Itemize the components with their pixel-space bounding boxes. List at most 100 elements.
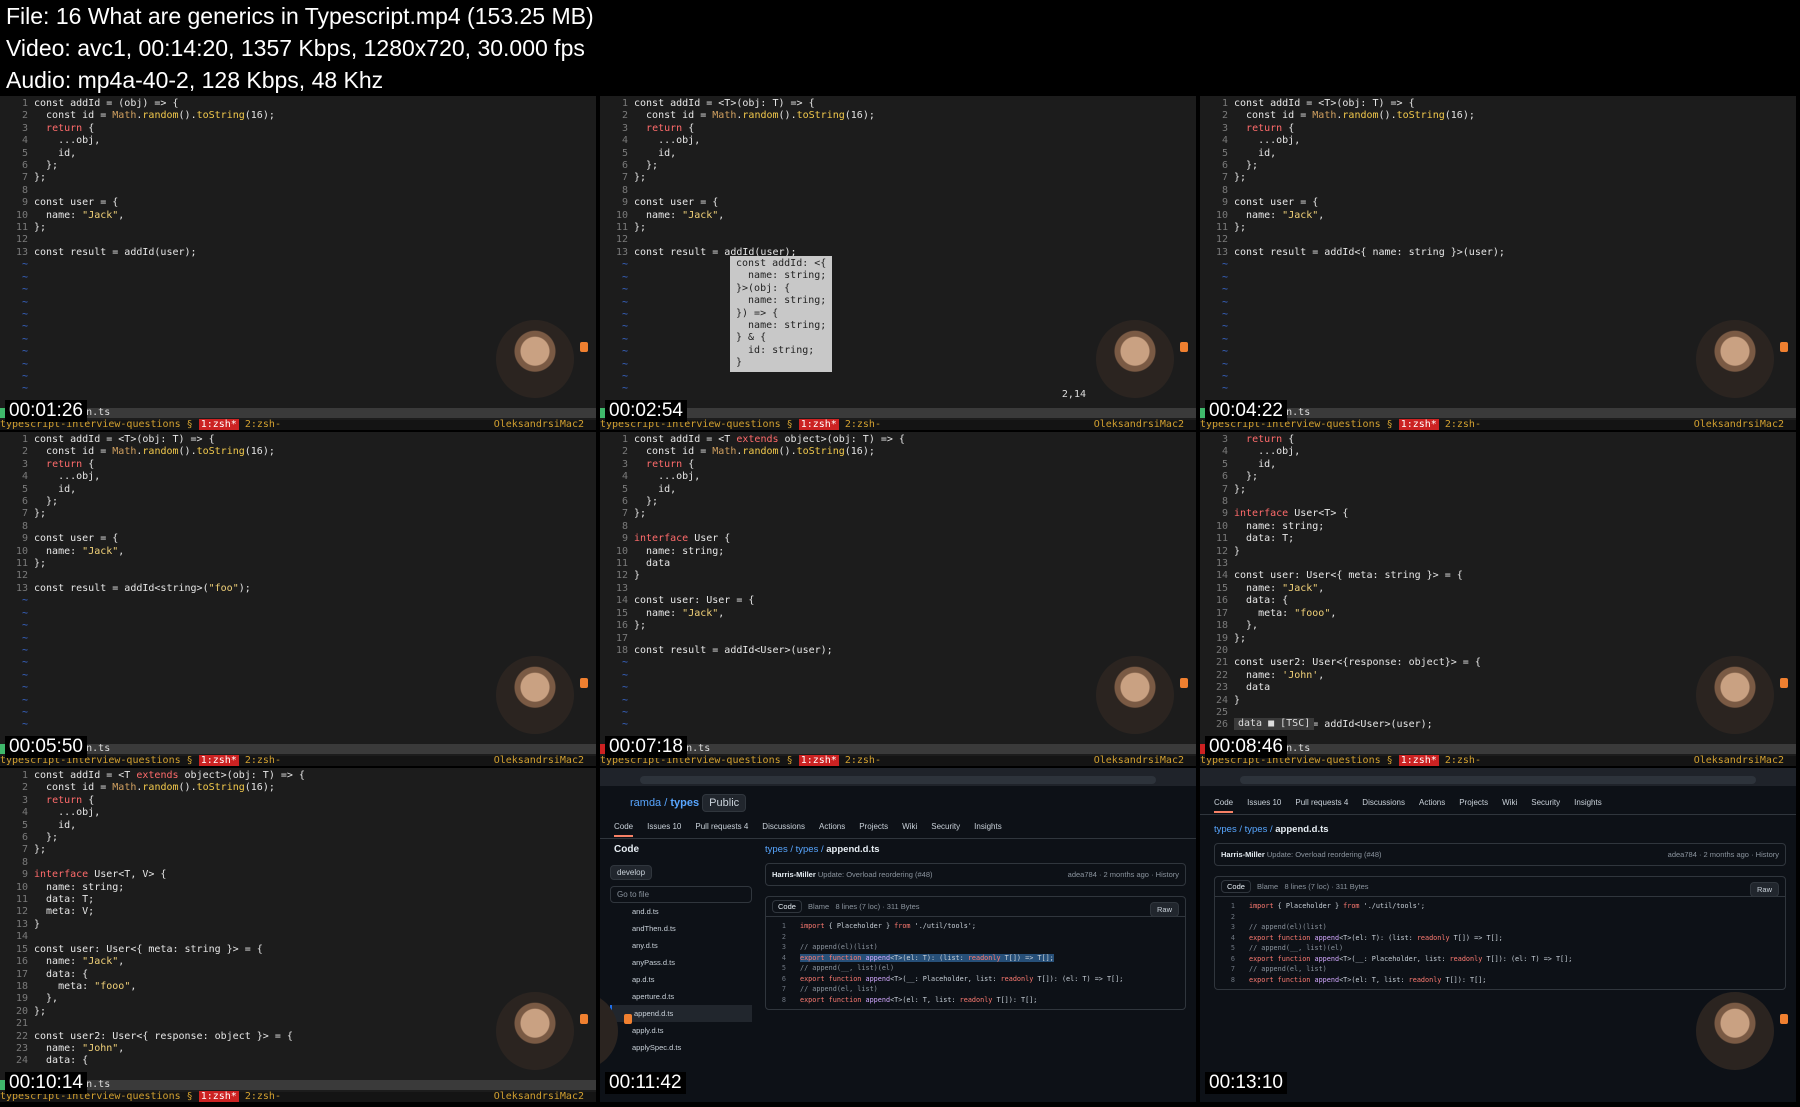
webcam-overlay bbox=[1696, 320, 1788, 398]
repo-tab[interactable]: Discussions bbox=[762, 822, 805, 837]
tmux-host: OleksandrsiMac2 bbox=[493, 1091, 584, 1102]
video-thumbnail[interactable]: 1 const addId = <T>(obj: T) => { 2 const … bbox=[600, 96, 1196, 430]
video-thumbnail[interactable]: 1 const addId = <T extends object>(obj: T… bbox=[600, 432, 1196, 766]
line-number: 2 bbox=[21, 446, 28, 458]
line-number: 15 bbox=[1215, 582, 1228, 594]
video-thumbnail[interactable]: 1 const addId = <T>(obj: T) => { 2 const … bbox=[0, 432, 596, 766]
sidebar-title: Code bbox=[614, 844, 639, 855]
tmux-status-bar: typescript-interview-questions § 1:zsh* … bbox=[0, 755, 596, 766]
file-tree-item[interactable]: any.d.ts bbox=[610, 937, 752, 954]
repo-title[interactable]: ramda / types Public bbox=[630, 794, 747, 812]
code-editor[interactable]: 3 return { 4 ...obj, 5 id, 6 }; 7}; 8 9i… bbox=[1200, 434, 1481, 732]
tmux-window-active: 1:zsh* bbox=[198, 1091, 239, 1102]
file-view: types / types / append.d.ts Harris-Miller… bbox=[765, 844, 1186, 1102]
branch-selector[interactable]: develop bbox=[610, 865, 653, 880]
line-number: 13 bbox=[15, 246, 28, 258]
webcam-overlay bbox=[1696, 656, 1788, 734]
raw-button[interactable]: Raw bbox=[1749, 882, 1779, 897]
file-tree-item[interactable]: and.d.ts bbox=[610, 903, 752, 920]
raw-button[interactable]: Raw bbox=[1149, 902, 1179, 917]
line-number: 10 bbox=[15, 209, 28, 221]
repo-tab[interactable]: Wiki bbox=[1502, 798, 1517, 813]
repo-tab[interactable]: Pull requests 4 bbox=[695, 822, 748, 837]
breadcrumb[interactable]: types / types / append.d.ts bbox=[1214, 824, 1786, 835]
line-number: 14 bbox=[15, 931, 28, 943]
code-lines[interactable]: 1 import { Placeholder } from './util/too… bbox=[1215, 897, 1785, 989]
line-number: 9 bbox=[621, 533, 628, 545]
line-number: 18 bbox=[615, 644, 628, 656]
history-link[interactable]: History bbox=[1756, 850, 1779, 859]
tmux-window-active: 1:zsh* bbox=[1398, 755, 1439, 766]
line-number: 13 bbox=[1215, 558, 1228, 570]
code-tab[interactable]: Code bbox=[772, 900, 802, 913]
file-tree-item[interactable]: anyPass.d.ts bbox=[610, 954, 752, 971]
repo-tab[interactable]: Code bbox=[614, 822, 634, 837]
tmux-window: 2:zsh- bbox=[1444, 755, 1481, 766]
file-tree-item[interactable]: apply.d.ts bbox=[610, 1022, 752, 1039]
repo-tab[interactable]: Projects bbox=[1459, 798, 1488, 813]
line-number: 7 bbox=[1221, 172, 1228, 184]
line-number: 10 bbox=[1215, 209, 1228, 221]
repo-tab[interactable]: Wiki bbox=[902, 822, 917, 837]
blame-tab[interactable]: Blame bbox=[1257, 882, 1278, 891]
code-editor[interactable]: 1 const addId = <T extends object>(obj: T… bbox=[0, 770, 305, 1068]
video-thumbnail[interactable]: 3 return { 4 ...obj, 5 id, 6 }; 7}; 8 9i… bbox=[1200, 432, 1796, 766]
file-tree-item[interactable]: aperture.d.ts bbox=[610, 988, 752, 1005]
line-number: 1 bbox=[21, 434, 28, 445]
editor-status-bar: src/main.ts bbox=[0, 1080, 596, 1090]
video-thumbnail[interactable]: 1 const addId = <T extends object>(obj: T… bbox=[0, 768, 596, 1102]
repo-tab[interactable]: Actions bbox=[819, 822, 845, 837]
line-number: 14 bbox=[615, 595, 628, 607]
file-tree-item[interactable]: applySpec.d.ts bbox=[610, 1039, 752, 1056]
webcam-overlay bbox=[496, 992, 588, 1070]
repo-tab[interactable]: Code bbox=[1214, 798, 1234, 813]
line-number: 11 bbox=[15, 894, 28, 906]
tmux-host: OleksandrsiMac2 bbox=[1093, 419, 1184, 430]
repo-tab[interactable]: Insights bbox=[974, 822, 1002, 837]
line-number: 21 bbox=[1215, 657, 1228, 669]
line-number: 7 bbox=[21, 508, 28, 520]
address-bar[interactable] bbox=[1240, 776, 1756, 784]
go-to-file-input[interactable]: Go to file bbox=[610, 886, 752, 903]
video-thumbnail[interactable]: Code Issues 10 Pull requests 4 Discussions A… bbox=[1200, 768, 1796, 1102]
line-number: 11 bbox=[615, 222, 628, 234]
repo-tab[interactable]: Security bbox=[1531, 798, 1560, 813]
video-thumbnail[interactable]: ramda / types Public Code Issues 10 Pull re… bbox=[600, 768, 1196, 1102]
code-meta: 8 lines (7 loc) · 311 Bytes bbox=[835, 902, 920, 911]
repo-tab[interactable]: Issues 10 bbox=[1247, 798, 1281, 813]
breadcrumb[interactable]: types / types / append.d.ts bbox=[765, 844, 1186, 855]
editor-status-bar: main.ts bbox=[600, 408, 1196, 418]
blame-tab[interactable]: Blame bbox=[808, 902, 829, 911]
line-number: 3 bbox=[21, 122, 28, 134]
editor-status-bar: src/main.ts bbox=[1200, 408, 1796, 418]
repo-tab[interactable]: Projects bbox=[859, 822, 888, 837]
line-number: 3 bbox=[621, 458, 628, 470]
code-editor[interactable]: 1 const addId = <T>(obj: T) => { 2 const … bbox=[1200, 98, 1505, 396]
video-thumbnail[interactable]: 1 const addId = (obj) => { 2 const id = M… bbox=[0, 96, 596, 430]
divider bbox=[1200, 814, 1796, 815]
address-bar[interactable] bbox=[640, 776, 1156, 784]
history-link[interactable]: History bbox=[1156, 870, 1179, 879]
code-editor[interactable]: 1 const addId = <T>(obj: T) => { 2 const … bbox=[0, 434, 275, 732]
repo-tab[interactable]: Pull requests 4 bbox=[1295, 798, 1348, 813]
code-editor[interactable]: 1 const addId = <T extends object>(obj: T… bbox=[600, 434, 905, 732]
repo-tab[interactable]: Actions bbox=[1419, 798, 1445, 813]
code-editor[interactable]: 1 const addId = (obj) => { 2 const id = M… bbox=[0, 98, 275, 396]
tmux-host: OleksandrsiMac2 bbox=[493, 755, 584, 766]
repo-tab[interactable]: Discussions bbox=[1362, 798, 1405, 813]
repo-tab[interactable]: Security bbox=[931, 822, 960, 837]
line-number: 9 bbox=[1221, 508, 1228, 520]
code-lines[interactable]: 1 import { Placeholder } from './util/too… bbox=[766, 917, 1185, 1009]
line-number: 19 bbox=[1215, 632, 1228, 644]
code-tab[interactable]: Code bbox=[1221, 880, 1251, 893]
repo-tab[interactable]: Insights bbox=[1574, 798, 1602, 813]
line-number: 5 bbox=[1221, 147, 1228, 159]
latest-commit: Harris-Miller Update: Overload reorderin… bbox=[1214, 843, 1786, 866]
cursor-position: 2,14 bbox=[1061, 389, 1086, 400]
line-number: 8 bbox=[21, 520, 28, 532]
line-number: 12 bbox=[1215, 234, 1228, 246]
file-tree-item[interactable]: ap.d.ts bbox=[610, 971, 752, 988]
file-tree-item[interactable]: andThen.d.ts bbox=[610, 920, 752, 937]
repo-tab[interactable]: Issues 10 bbox=[647, 822, 681, 837]
video-thumbnail[interactable]: 1 const addId = <T>(obj: T) => { 2 const … bbox=[1200, 96, 1796, 430]
